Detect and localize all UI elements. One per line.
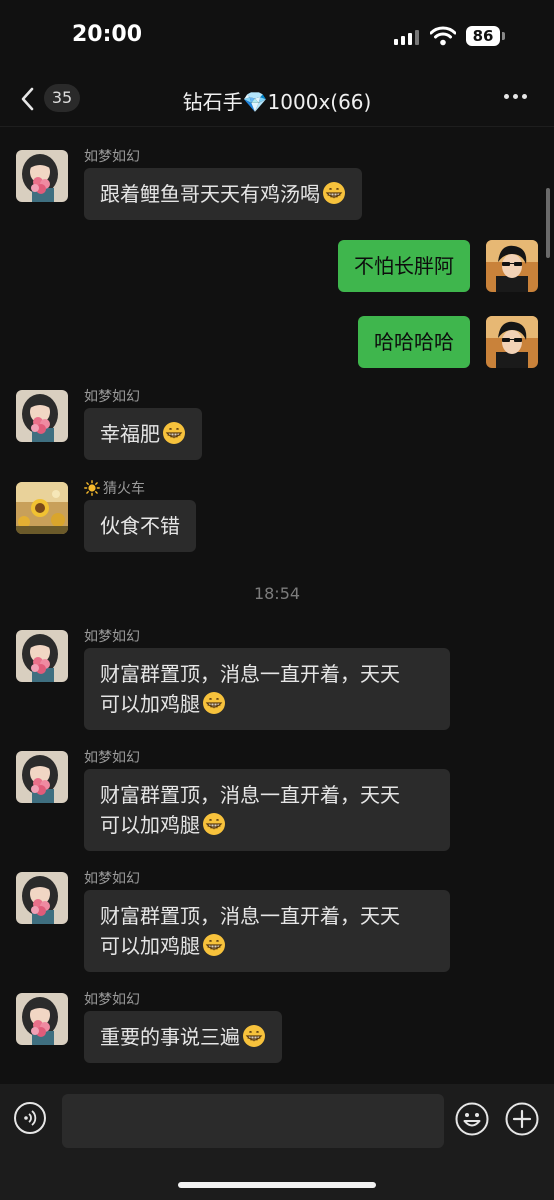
- grinning-face-emoji-icon: [162, 421, 186, 445]
- message-list[interactable]: 如梦如幻 跟着鲤鱼哥天天有鸡汤喝 不怕长胖阿 哈哈哈哈 如梦如幻 幸福肥 猜火车…: [0, 126, 554, 1084]
- message-text-line: 可以加鸡腿: [100, 813, 200, 837]
- message-text: 伙食不错: [100, 514, 180, 538]
- chat-timestamp: 18:54: [253, 584, 301, 603]
- message-bubble[interactable]: 财富群置顶，消息一直开着，天天 可以加鸡腿: [84, 890, 450, 972]
- chat-header: 35 钻石手💎1000x(66): [0, 72, 554, 127]
- avatar[interactable]: [16, 150, 68, 202]
- sender-name: 猜火车: [84, 478, 145, 498]
- more-options-icon[interactable]: [504, 94, 527, 99]
- message-text-line: 财富群置顶，消息一直开着，天天: [100, 662, 400, 686]
- sender-name: 如梦如幻: [84, 871, 140, 887]
- grinning-face-emoji-icon: [202, 812, 226, 836]
- avatar[interactable]: [486, 316, 538, 368]
- sender-name: 如梦如幻: [84, 750, 140, 766]
- message-bubble[interactable]: 财富群置顶，消息一直开着，天天 可以加鸡腿: [84, 648, 450, 730]
- message-bubble[interactable]: 伙食不错: [84, 500, 196, 552]
- message-text-line: 财富群置顶，消息一直开着，天天: [100, 783, 400, 807]
- smiley-icon: [455, 1102, 489, 1136]
- grinning-face-emoji-icon: [322, 181, 346, 205]
- voice-input-button[interactable]: [14, 1102, 46, 1134]
- sender-name: 如梦如幻: [84, 389, 140, 405]
- cellular-signal-icon: [394, 30, 419, 45]
- avatar[interactable]: [16, 390, 68, 442]
- avatar[interactable]: [16, 872, 68, 924]
- sun-icon: [84, 480, 100, 496]
- message-bubble[interactable]: 不怕长胖阿: [338, 240, 470, 292]
- chat-title: 钻石手💎1000x(66): [182, 90, 372, 114]
- sender-name-text: 猜火车: [103, 481, 145, 497]
- message-text: 重要的事说三遍: [100, 1025, 240, 1049]
- battery-icon: 86: [466, 26, 500, 46]
- message-input[interactable]: [62, 1094, 444, 1148]
- home-indicator: [178, 1182, 376, 1188]
- avatar[interactable]: [16, 751, 68, 803]
- sender-name: 如梦如幻: [84, 149, 140, 165]
- input-bar: [0, 1084, 554, 1200]
- grinning-face-emoji-icon: [202, 691, 226, 715]
- message-text: 哈哈哈哈: [374, 330, 454, 354]
- message-text-line: 可以加鸡腿: [100, 692, 200, 716]
- plus-icon: [505, 1102, 539, 1136]
- voice-icon: [14, 1102, 46, 1134]
- message-bubble[interactable]: 跟着鲤鱼哥天天有鸡汤喝: [84, 168, 362, 220]
- grinning-face-emoji-icon: [202, 933, 226, 957]
- add-more-button[interactable]: [505, 1102, 539, 1136]
- message-text-line: 可以加鸡腿: [100, 934, 200, 958]
- sender-name: 如梦如幻: [84, 629, 140, 645]
- message-text: 跟着鲤鱼哥天天有鸡汤喝: [100, 182, 320, 206]
- sender-name: 如梦如幻: [84, 992, 140, 1008]
- message-text: 幸福肥: [100, 422, 160, 446]
- avatar[interactable]: [486, 240, 538, 292]
- status-time: 20:00: [72, 22, 143, 47]
- avatar[interactable]: [16, 630, 68, 682]
- message-bubble[interactable]: 重要的事说三遍: [84, 1011, 282, 1063]
- message-bubble[interactable]: 哈哈哈哈: [358, 316, 470, 368]
- emoji-button[interactable]: [455, 1102, 489, 1136]
- grinning-face-emoji-icon: [242, 1024, 266, 1048]
- message-text-line: 财富群置顶，消息一直开着，天天: [100, 904, 400, 928]
- message-bubble[interactable]: 财富群置顶，消息一直开着，天天 可以加鸡腿: [84, 769, 450, 851]
- message-text: 不怕长胖阿: [354, 254, 454, 278]
- status-bar: 20:00 86: [0, 0, 554, 72]
- message-bubble[interactable]: 幸福肥: [84, 408, 202, 460]
- wifi-icon: [429, 26, 457, 50]
- avatar[interactable]: [16, 993, 68, 1045]
- avatar[interactable]: [16, 482, 68, 534]
- battery-cap: [502, 32, 505, 40]
